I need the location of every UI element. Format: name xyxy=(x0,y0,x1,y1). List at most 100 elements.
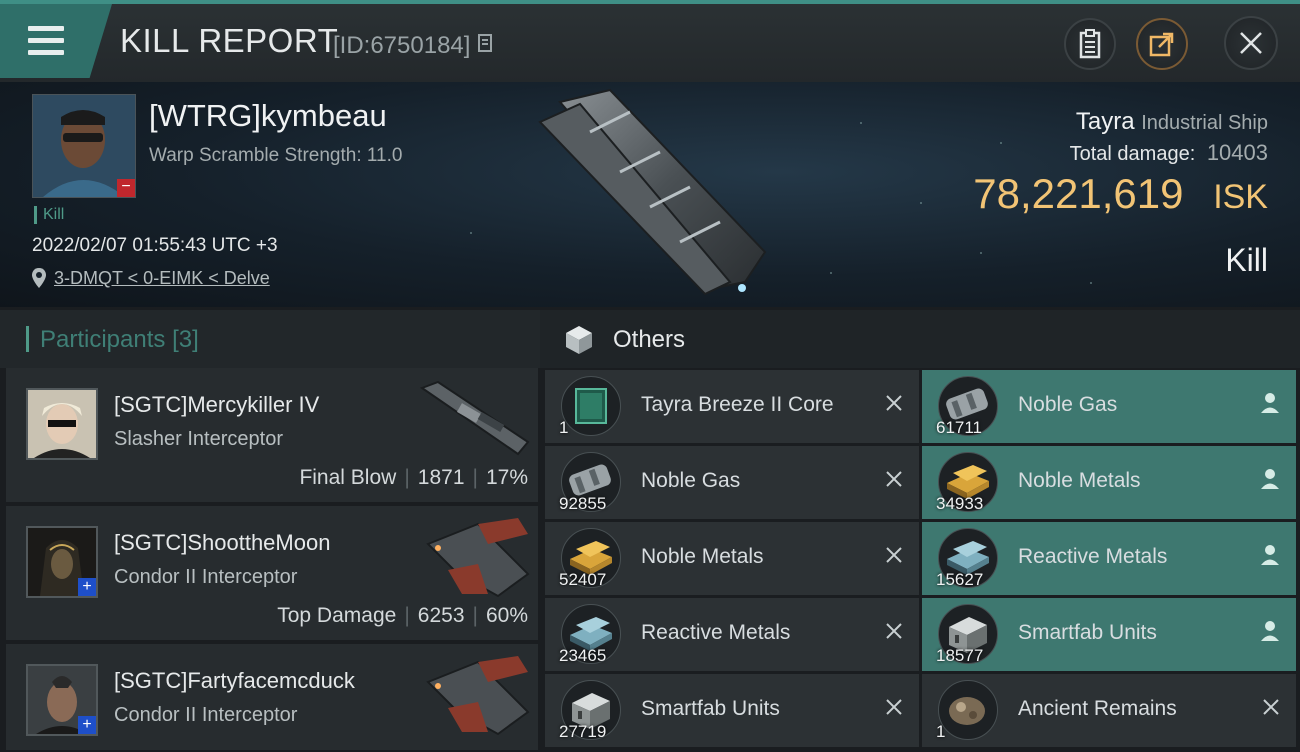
person-icon xyxy=(1260,468,1280,496)
item-quantity: 23465 xyxy=(559,646,607,665)
kill-tag: Kill xyxy=(34,206,64,224)
separator: | xyxy=(404,466,410,489)
ship-name: Tayra xyxy=(1075,108,1135,135)
loot-item[interactable]: 34933 Noble Metals xyxy=(922,446,1296,519)
isk-value: 78,221,619 ISK xyxy=(973,170,1268,218)
ship-render xyxy=(538,88,767,296)
participant-stats: Top Damage | 6253 | 60% xyxy=(277,604,528,628)
participants-header: Participants [3] xyxy=(0,310,540,368)
report-id: [ID:6750184] xyxy=(333,32,495,60)
person-icon xyxy=(1260,544,1280,572)
menu-icon-line xyxy=(28,50,64,55)
item-quantity: 52407 xyxy=(559,570,607,589)
share-icon xyxy=(1149,32,1174,57)
item-quantity: 61711 xyxy=(936,418,983,437)
participant-percent: 17% xyxy=(485,466,528,489)
participant-name: [SGTC]Fartyfacemcduck xyxy=(114,668,355,693)
participant-ship: Condor II Interceptor xyxy=(114,704,298,726)
avatar: + xyxy=(26,664,98,736)
destroyed-x-icon xyxy=(885,620,903,646)
item-quantity: 18577 xyxy=(936,646,984,665)
destroyed-x-icon xyxy=(885,468,903,494)
copy-icon[interactable] xyxy=(477,33,495,55)
menu-icon xyxy=(28,26,64,31)
standing-plus-badge: + xyxy=(78,578,96,596)
condor-ship-icon xyxy=(426,656,530,736)
participant-damage: 1871 xyxy=(417,466,465,489)
person-icon xyxy=(1260,620,1280,648)
condor-ship-icon xyxy=(426,518,530,598)
separator: | xyxy=(404,604,410,627)
loot-item[interactable]: 23465 Reactive Metals xyxy=(545,598,919,671)
item-name: Noble Metals xyxy=(1018,469,1141,492)
person-icon xyxy=(1260,392,1280,420)
star xyxy=(860,122,862,124)
loot-item[interactable]: 61711 Noble Gas xyxy=(922,370,1296,443)
participant-role: Top Damage xyxy=(277,604,397,627)
item-name: Noble Metals xyxy=(641,545,764,568)
participant-damage: 6253 xyxy=(417,604,465,627)
result-label: Kill xyxy=(1225,242,1268,278)
item-name: Reactive Metals xyxy=(641,621,791,644)
star xyxy=(1000,142,1002,144)
avatar: + xyxy=(26,526,98,598)
participant-role: Final Blow xyxy=(299,466,397,489)
item-name: Noble Gas xyxy=(641,469,741,492)
separator: | xyxy=(472,604,478,627)
slasher-ship-icon xyxy=(419,380,530,456)
star xyxy=(830,272,832,274)
loot-item[interactable]: 1 Ancient Remains xyxy=(922,674,1296,747)
participant-row[interactable]: [SGTC]Mercykiller IV Slasher Interceptor… xyxy=(6,368,538,504)
victim-portrait[interactable]: − xyxy=(32,94,136,198)
damage-value: 10403 xyxy=(1206,140,1268,165)
loot-item[interactable]: 15627 Reactive Metals xyxy=(922,522,1296,595)
loot-item[interactable]: 1 Tayra Breeze II Core xyxy=(545,370,919,443)
participant-row[interactable]: + [SGTC]ShoottheMoon Condor II Intercept… xyxy=(6,506,538,642)
loot-item[interactable]: 18577 Smartfab Units xyxy=(922,598,1296,671)
total-damage: Total damage: 10403 xyxy=(1070,140,1268,166)
loot-item[interactable]: 92855 Noble Gas xyxy=(545,446,919,519)
item-name: Reactive Metals xyxy=(1018,545,1168,568)
destroyed-x-icon xyxy=(885,696,903,722)
standing-badge: − xyxy=(117,179,135,197)
item-name: Smartfab Units xyxy=(641,697,780,720)
loot-item[interactable]: 52407 Noble Metals xyxy=(545,522,919,595)
standing-plus-badge: + xyxy=(78,716,96,734)
close-button[interactable] xyxy=(1224,16,1278,70)
location-link[interactable]: 3-DMQT < 0-EIMK < Delve xyxy=(54,268,270,289)
timestamp: 2022/02/07 01:55:43 UTC +3 xyxy=(32,235,278,256)
participant-ship: Condor II Interceptor xyxy=(114,566,298,588)
ship-type[interactable]: Tayra Industrial Ship xyxy=(1076,108,1268,136)
item-quantity: 15627 xyxy=(936,570,984,589)
item-quantity: 92855 xyxy=(559,494,607,513)
isk-amount: 78,221,619 xyxy=(973,170,1184,217)
item-name: Ancient Remains xyxy=(1018,697,1177,720)
close-icon xyxy=(1240,32,1262,54)
share-button[interactable] xyxy=(1136,18,1188,70)
participants-count: [3] xyxy=(172,326,199,353)
avatar xyxy=(26,388,98,460)
page-title: KILL REPORT xyxy=(120,22,339,59)
participant-ship: Slasher Interceptor xyxy=(114,428,283,450)
menu-icon-line xyxy=(28,38,64,43)
participant-row[interactable]: + [SGTC]Fartyfacemcduck Condor II Interc… xyxy=(6,644,538,752)
destroyed-x-icon xyxy=(1262,696,1280,722)
clipboard-button[interactable] xyxy=(1064,18,1116,70)
item-quantity: 1 xyxy=(559,418,569,437)
star xyxy=(1090,282,1092,284)
item-name: Noble Gas xyxy=(1018,393,1118,416)
participant-name: [SGTC]ShoottheMoon xyxy=(114,530,331,555)
participant-percent: 60% xyxy=(485,604,528,627)
pilot-portrait xyxy=(28,390,96,458)
section-marker xyxy=(26,326,29,352)
participants-label: Participants xyxy=(40,326,166,353)
star xyxy=(920,202,922,204)
damage-label: Total damage: xyxy=(1069,143,1196,165)
participant-stats: Final Blow | 1871 | 17% xyxy=(299,466,528,490)
remains-icon xyxy=(938,680,998,740)
loot-item[interactable]: 27719 Smartfab Units xyxy=(545,674,919,747)
victim-name[interactable]: [WTRG]kymbeau xyxy=(149,98,387,134)
ship-class: Industrial Ship xyxy=(1141,112,1268,134)
location-pin-icon xyxy=(32,268,46,288)
item-name: Smartfab Units xyxy=(1018,621,1157,644)
